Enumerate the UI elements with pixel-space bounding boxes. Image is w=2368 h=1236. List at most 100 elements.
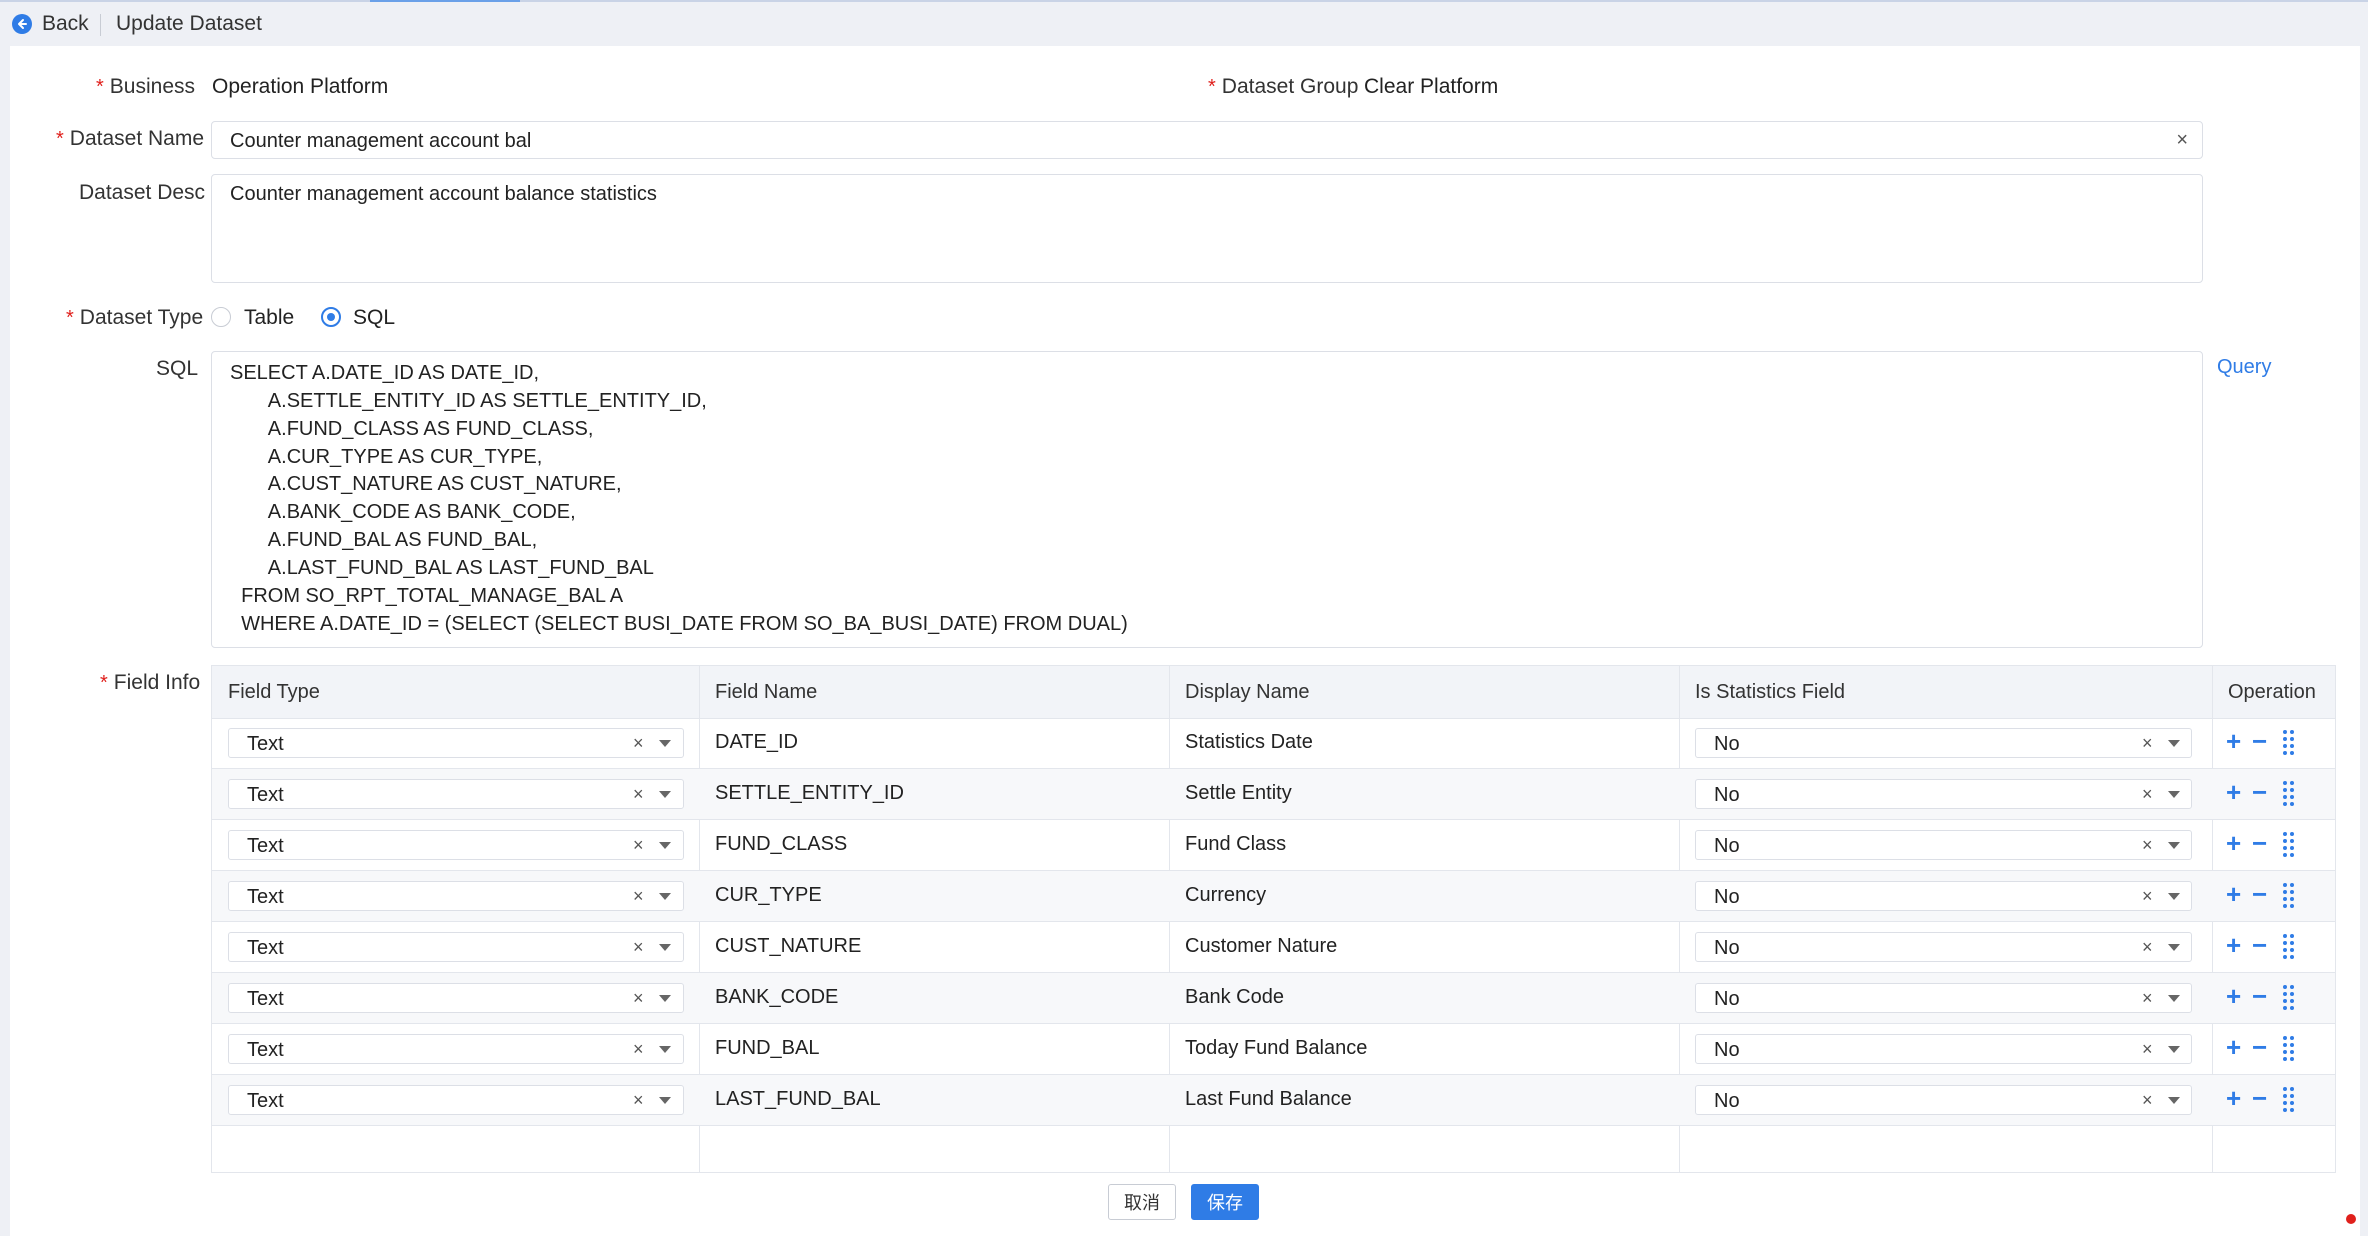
col-header-display-name: Display Name <box>1185 681 1310 703</box>
clear-icon[interactable]: × <box>2142 1090 2153 1111</box>
clear-icon[interactable]: × <box>633 733 644 754</box>
back-arrow-icon <box>12 14 32 34</box>
add-row-icon[interactable]: + <box>2226 983 2241 1009</box>
radio-table-label[interactable]: Table <box>244 306 294 330</box>
add-row-icon[interactable]: + <box>2226 728 2241 754</box>
chevron-down-icon <box>2168 995 2180 1002</box>
drag-handle-icon[interactable] <box>2283 934 2295 960</box>
drag-handle-icon[interactable] <box>2283 730 2295 756</box>
remove-row-icon[interactable]: − <box>2252 881 2267 907</box>
field-type-value: Text <box>247 937 284 959</box>
drag-handle-icon[interactable] <box>2283 1087 2295 1113</box>
sql-line: A.BANK_CODE AS BANK_CODE, <box>230 501 576 523</box>
drag-handle-icon[interactable] <box>2283 1036 2295 1062</box>
remove-row-icon[interactable]: − <box>2252 1034 2267 1060</box>
save-button[interactable]: 保存 <box>1191 1184 1259 1220</box>
display-name-cell: Statistics Date <box>1185 731 1313 753</box>
business-label: * Business <box>96 75 196 98</box>
clear-icon[interactable]: × <box>2142 835 2153 856</box>
is-statistics-select[interactable]: No × <box>1695 932 2192 962</box>
add-row-icon[interactable]: + <box>2226 830 2241 856</box>
display-name-cell: Last Fund Balance <box>1185 1088 1352 1110</box>
remove-row-icon[interactable]: − <box>2252 932 2267 958</box>
radio-sql[interactable] <box>321 307 341 327</box>
remove-row-icon[interactable]: − <box>2252 983 2267 1009</box>
page-header: Back Update Dataset <box>0 2 2368 46</box>
display-name-cell: Currency <box>1185 884 1267 906</box>
is-statistics-select[interactable]: No × <box>1695 983 2192 1013</box>
clear-icon[interactable]: × <box>2176 130 2188 150</box>
is-statistics-value: No <box>1714 835 1740 857</box>
dataset-group-label: * Dataset Group <box>1208 75 1359 98</box>
field-name-cell: DATE_ID <box>715 731 798 753</box>
drag-handle-icon[interactable] <box>2283 832 2295 858</box>
clear-icon[interactable]: × <box>2142 1039 2153 1060</box>
clear-icon[interactable]: × <box>633 835 644 856</box>
clear-icon[interactable]: × <box>633 886 644 907</box>
field-info-table: Field Type Field Name Display Name Is St… <box>211 665 2336 1173</box>
add-row-icon[interactable]: + <box>2226 881 2241 907</box>
dataset-name-input[interactable]: Counter management account bal × <box>211 121 2203 159</box>
is-statistics-select[interactable]: No × <box>1695 830 2192 860</box>
sql-line: A.FUND_BAL AS FUND_BAL, <box>230 529 538 551</box>
display-name-cell: Settle Entity <box>1185 782 1292 804</box>
business-value: Operation Platform <box>212 75 389 98</box>
is-statistics-select[interactable]: No × <box>1695 779 2192 809</box>
field-type-select[interactable]: Text × <box>228 983 684 1013</box>
remove-row-icon[interactable]: − <box>2252 830 2267 856</box>
is-statistics-select[interactable]: No × <box>1695 728 2192 758</box>
remove-row-icon[interactable]: − <box>2252 728 2267 754</box>
is-statistics-value: No <box>1714 733 1740 755</box>
chevron-down-icon <box>2168 842 2180 849</box>
sql-editor[interactable]: SELECT A.DATE_ID AS DATE_ID, A.SETTLE_EN… <box>211 351 2203 648</box>
field-type-select[interactable]: Text × <box>228 728 684 758</box>
remove-row-icon[interactable]: − <box>2252 1085 2267 1111</box>
field-type-value: Text <box>247 835 284 857</box>
back-label: Back <box>42 12 89 35</box>
drag-handle-icon[interactable] <box>2283 781 2295 807</box>
field-type-select[interactable]: Text × <box>228 881 684 911</box>
clear-icon[interactable]: × <box>633 1039 644 1060</box>
field-type-select[interactable]: Text × <box>228 830 684 860</box>
chevron-down-icon <box>659 842 671 849</box>
clear-icon[interactable]: × <box>2142 784 2153 805</box>
clear-icon[interactable]: × <box>2142 886 2153 907</box>
chevron-down-icon <box>659 944 671 951</box>
drag-handle-icon[interactable] <box>2283 985 2295 1011</box>
is-statistics-select[interactable]: No × <box>1695 1085 2192 1115</box>
add-row-icon[interactable]: + <box>2226 779 2241 805</box>
sql-line: SELECT A.DATE_ID AS DATE_ID, <box>230 362 539 384</box>
field-type-value: Text <box>247 1039 284 1061</box>
clear-icon[interactable]: × <box>633 1090 644 1111</box>
radio-sql-label[interactable]: SQL <box>353 306 395 330</box>
field-type-select[interactable]: Text × <box>228 779 684 809</box>
clear-icon[interactable]: × <box>2142 937 2153 958</box>
field-name-cell: LAST_FUND_BAL <box>715 1088 881 1110</box>
clear-icon[interactable]: × <box>633 937 644 958</box>
is-statistics-value: No <box>1714 988 1740 1010</box>
is-statistics-select[interactable]: No × <box>1695 1034 2192 1064</box>
cancel-button[interactable]: 取消 <box>1108 1184 1176 1220</box>
clear-icon[interactable]: × <box>2142 733 2153 754</box>
radio-table[interactable] <box>211 307 231 327</box>
is-statistics-select[interactable]: No × <box>1695 881 2192 911</box>
add-row-icon[interactable]: + <box>2226 1034 2241 1060</box>
drag-handle-icon[interactable] <box>2283 883 2295 909</box>
dataset-desc-textarea[interactable]: Counter management account balance stati… <box>211 174 2203 283</box>
field-info-label: * Field Info <box>100 671 201 694</box>
field-type-select[interactable]: Text × <box>228 1085 684 1115</box>
clear-icon[interactable]: × <box>633 988 644 1009</box>
query-link[interactable]: Query <box>2217 356 2271 379</box>
sql-line: A.FUND_CLASS AS FUND_CLASS, <box>230 418 594 440</box>
field-type-select[interactable]: Text × <box>228 1034 684 1064</box>
add-row-icon[interactable]: + <box>2226 1085 2241 1111</box>
clear-icon[interactable]: × <box>2142 988 2153 1009</box>
add-row-icon[interactable]: + <box>2226 932 2241 958</box>
clear-icon[interactable]: × <box>633 784 644 805</box>
dataset-type-label: * Dataset Type <box>66 306 204 329</box>
remove-row-icon[interactable]: − <box>2252 779 2267 805</box>
dataset-group-label-text: Dataset Group <box>1221 75 1359 98</box>
back-button[interactable]: Back <box>12 8 89 40</box>
field-type-value: Text <box>247 988 284 1010</box>
field-type-select[interactable]: Text × <box>228 932 684 962</box>
